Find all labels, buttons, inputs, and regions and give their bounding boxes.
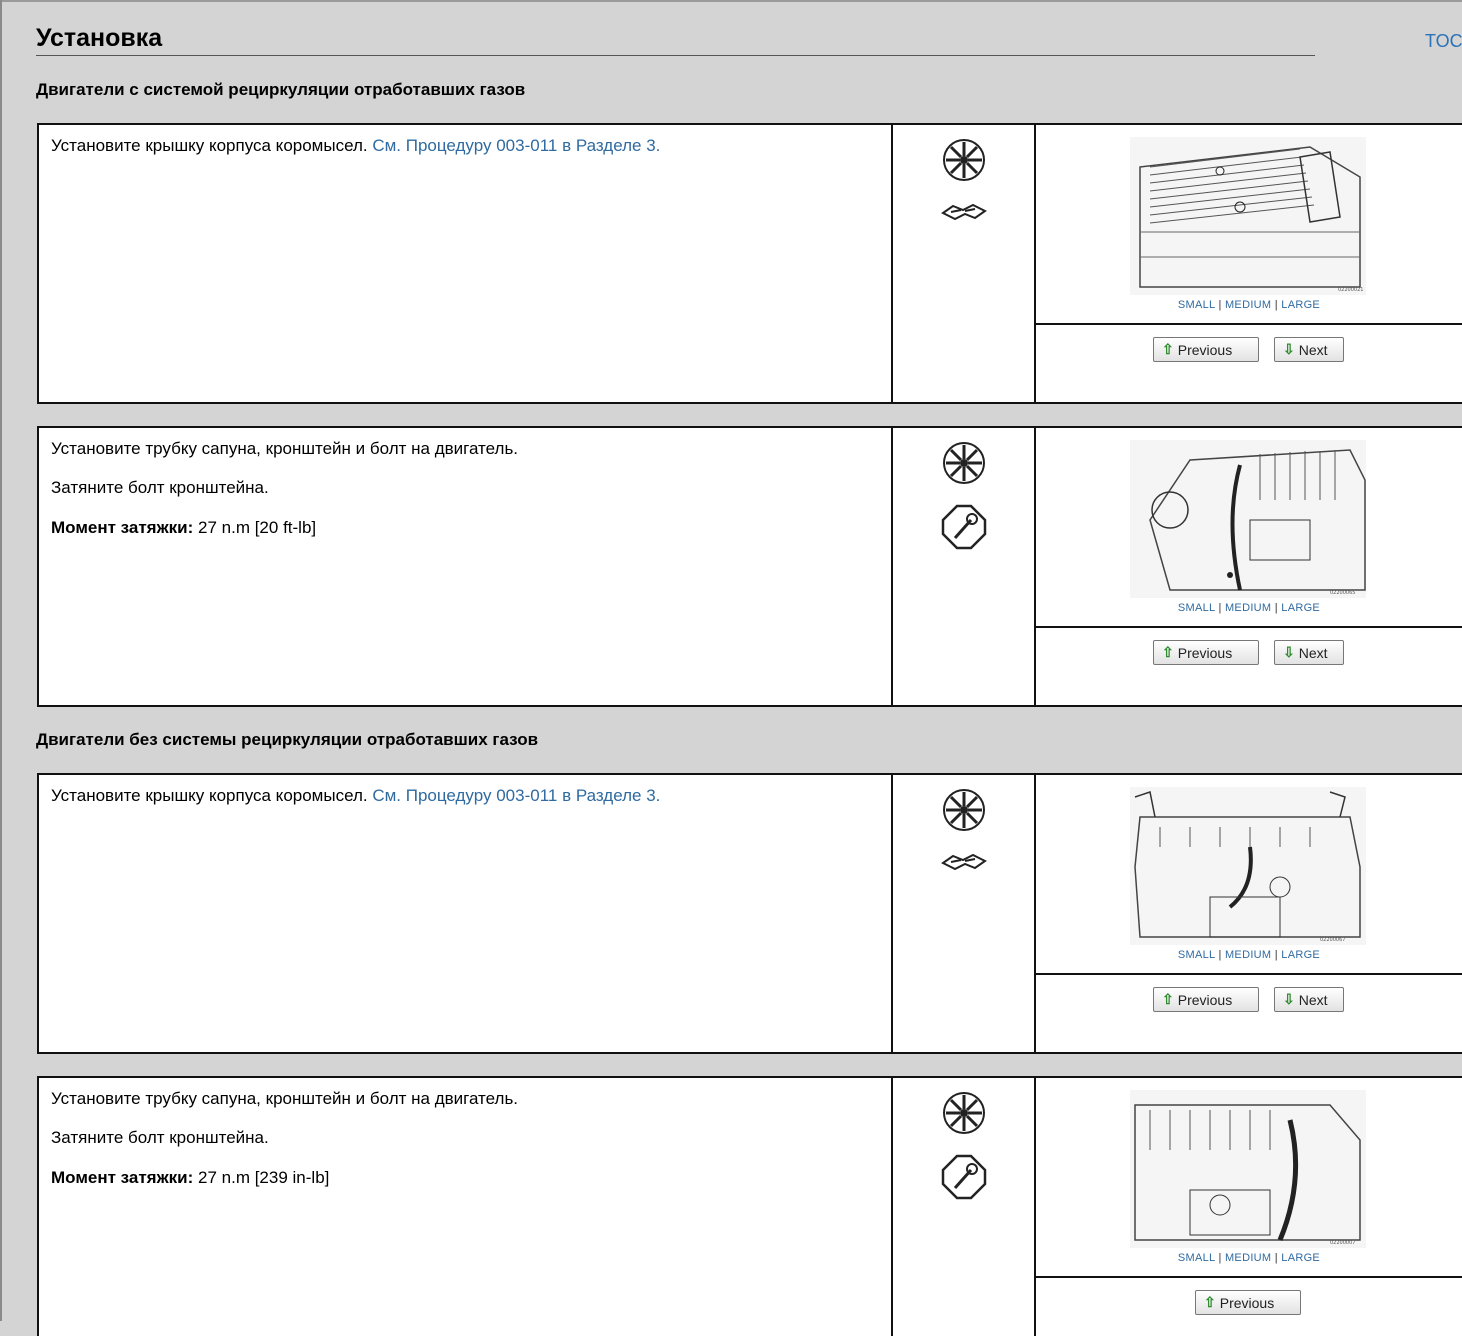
section-heading-egr: Двигатели с системой рециркуляции отрабо… (36, 80, 526, 99)
size-small-link[interactable]: SMALL (1178, 299, 1215, 311)
figure-cell: 02200007 SMALL | MEDIUM | LARGE (1036, 1078, 1462, 1278)
step-figure: 02200021 SMALL | MEDIUM | LARGE ⇧ Previou… (1036, 125, 1462, 402)
size-medium-link[interactable]: MEDIUM (1225, 1252, 1271, 1264)
parts-wheel-icon (943, 139, 985, 181)
figure-cell: 02200067 SMALL | MEDIUM | LARGE (1036, 775, 1462, 975)
procedure-step-4: Установите трубку сапуна, кронштейн и бо… (37, 1076, 1462, 1336)
procedure-step-2: Установите трубку сапуна, кронштейн и бо… (37, 426, 1462, 707)
procedure-link[interactable]: См. Процедуру 003-011 в Разделе 3. (372, 786, 660, 805)
previous-button[interactable]: ⇧ Previous (1153, 987, 1259, 1012)
size-medium-link[interactable]: MEDIUM (1225, 299, 1271, 311)
gasket-icon (941, 853, 987, 871)
procedure-step-3: Установите крышку корпуса коромысел. См.… (37, 773, 1462, 1054)
arrow-up-icon: ⇧ (1204, 1294, 1216, 1310)
size-large-link[interactable]: LARGE (1281, 1252, 1320, 1264)
arrow-down-icon: ⇩ (1283, 341, 1295, 357)
step-icons (893, 775, 1036, 1052)
arrow-down-icon: ⇩ (1283, 644, 1295, 660)
size-large-link[interactable]: LARGE (1281, 602, 1320, 614)
size-small-link[interactable]: SMALL (1178, 949, 1215, 961)
section-heading-non-egr: Двигатели без системы рециркуляции отраб… (36, 730, 539, 749)
parts-wheel-icon (943, 789, 985, 831)
size-large-link[interactable]: LARGE (1281, 299, 1320, 311)
engine-illustration: 02200067 (1130, 787, 1366, 945)
next-button[interactable]: ⇩ Next (1274, 987, 1344, 1012)
previous-button[interactable]: ⇧ Previous (1153, 337, 1259, 362)
next-button[interactable]: ⇩ Next (1274, 640, 1344, 665)
figure-cell: 02200065 SMALL | MEDIUM | LARGE (1036, 428, 1462, 628)
step-text-2: Затяните болт кронштейна. (51, 1128, 269, 1148)
step-text-2: Затяните болт кронштейна. (51, 478, 269, 498)
torque-wrench-icon (941, 1154, 987, 1200)
separator: | (1218, 949, 1222, 961)
parts-wheel-icon (943, 442, 985, 484)
engine-illustration: 02200021 (1130, 137, 1366, 295)
nav-cell: ⇧ Previous ⇩ Next (1036, 628, 1462, 705)
size-small-link[interactable]: SMALL (1178, 1252, 1215, 1264)
step-instructions: Установите крышку корпуса коромысел. См.… (39, 125, 893, 402)
engine-illustration: 02200007 (1130, 1090, 1366, 1248)
figure-code: 02200007 (1330, 1240, 1355, 1246)
step-figure: 02200065 SMALL | MEDIUM | LARGE ⇧ Previou… (1036, 428, 1462, 705)
separator: | (1274, 1252, 1278, 1264)
nav-cell: ⇧ Previous (1036, 1278, 1462, 1336)
figure-size-links: SMALL | MEDIUM | LARGE (1036, 602, 1462, 614)
nav-cell: ⇧ Previous ⇩ Next (1036, 325, 1462, 402)
toc-link[interactable]: TOC (1425, 31, 1462, 52)
previous-button[interactable]: ⇧ Previous (1195, 1290, 1301, 1315)
gasket-icon (941, 203, 987, 221)
torque-wrench-icon (941, 504, 987, 550)
size-medium-link[interactable]: MEDIUM (1225, 602, 1271, 614)
torque-value: 27 n.m [239 in-lb] (198, 1167, 330, 1187)
torque-label: Момент затяжки: (51, 517, 194, 537)
page-title: Установка (36, 24, 1315, 56)
step-text: Установите крышку корпуса коромысел. (51, 786, 373, 805)
arrow-up-icon: ⇧ (1162, 991, 1174, 1007)
engine-illustration: 02200065 (1130, 440, 1366, 598)
arrow-up-icon: ⇧ (1162, 341, 1174, 357)
figure-code: 02200065 (1330, 590, 1355, 596)
parts-wheel-icon (943, 1092, 985, 1134)
procedure-step-1: Установите крышку корпуса коромысел. См.… (37, 123, 1462, 404)
arrow-down-icon: ⇩ (1283, 991, 1295, 1007)
separator: | (1218, 1252, 1222, 1264)
step-icons (893, 1078, 1036, 1336)
figure-code: 02200021 (1338, 287, 1363, 293)
torque-label: Момент затяжки: (51, 1167, 194, 1187)
figure-size-links: SMALL | MEDIUM | LARGE (1036, 1252, 1462, 1264)
separator: | (1218, 602, 1222, 614)
size-large-link[interactable]: LARGE (1281, 949, 1320, 961)
previous-button[interactable]: ⇧ Previous (1153, 640, 1259, 665)
step-instructions: Установите трубку сапуна, кронштейн и бо… (39, 428, 893, 705)
size-medium-link[interactable]: MEDIUM (1225, 949, 1271, 961)
step-instructions: Установите крышку корпуса коромысел. См.… (39, 775, 893, 1052)
window-left-edge (0, 0, 2, 1321)
separator: | (1218, 299, 1222, 311)
separator: | (1274, 299, 1278, 311)
window-top-edge (0, 0, 1462, 2)
figure-cell: 02200021 SMALL | MEDIUM | LARGE (1036, 125, 1462, 325)
separator: | (1274, 949, 1278, 961)
arrow-up-icon: ⇧ (1162, 644, 1174, 660)
step-figure: 02200007 SMALL | MEDIUM | LARGE ⇧ Previou… (1036, 1078, 1462, 1336)
figure-size-links: SMALL | MEDIUM | LARGE (1036, 299, 1462, 311)
step-text: Установите крышку корпуса коромысел. (51, 136, 373, 155)
step-text: Установите трубку сапуна, кронштейн и бо… (51, 1089, 519, 1108)
step-figure: 02200067 SMALL | MEDIUM | LARGE ⇧ Previou… (1036, 775, 1462, 1052)
step-instructions: Установите трубку сапуна, кронштейн и бо… (39, 1078, 893, 1336)
torque-value: 27 n.m [20 ft-lb] (198, 517, 317, 537)
separator: | (1274, 602, 1278, 614)
procedure-link[interactable]: См. Процедуру 003-011 в Разделе 3. (372, 136, 660, 155)
size-small-link[interactable]: SMALL (1178, 602, 1215, 614)
next-button[interactable]: ⇩ Next (1274, 337, 1344, 362)
figure-code: 02200067 (1320, 937, 1345, 943)
step-icons (893, 125, 1036, 402)
step-text: Установите трубку сапуна, кронштейн и бо… (51, 439, 519, 458)
figure-size-links: SMALL | MEDIUM | LARGE (1036, 949, 1462, 961)
nav-cell: ⇧ Previous ⇩ Next (1036, 975, 1462, 1052)
step-icons (893, 428, 1036, 705)
